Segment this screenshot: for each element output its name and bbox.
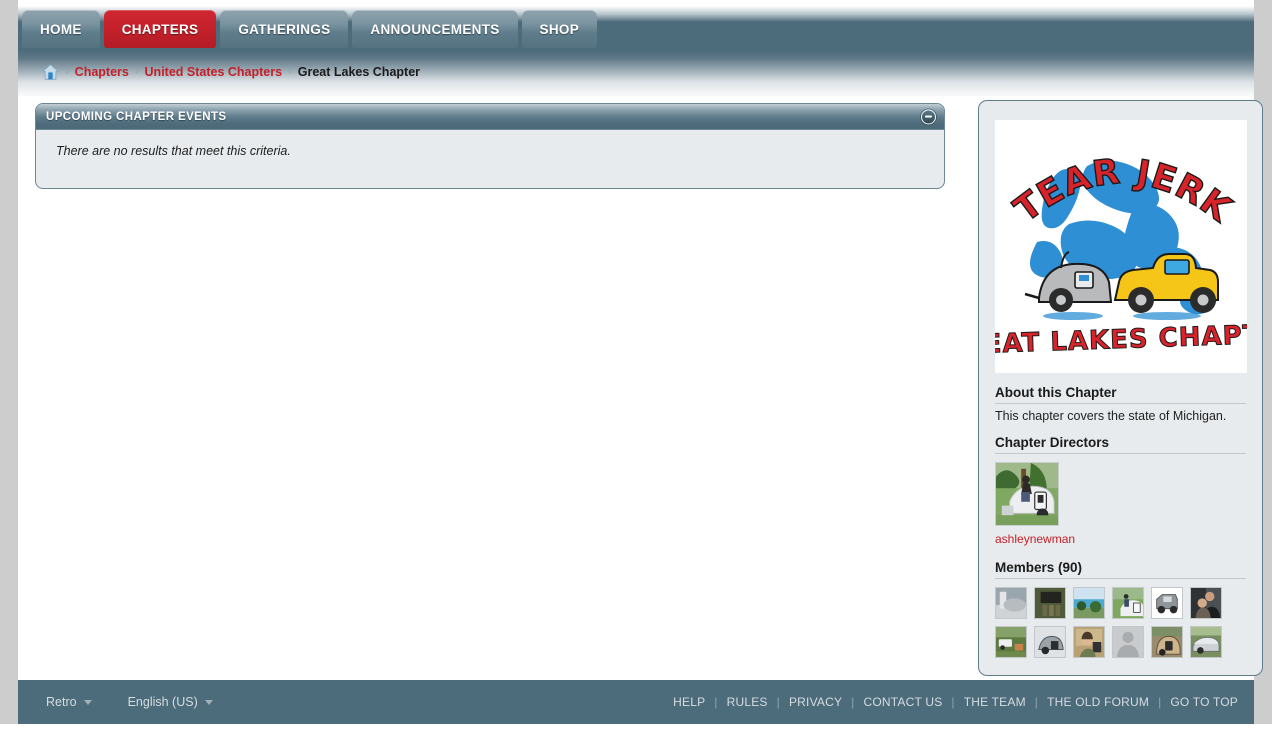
directors-heading: Chapter Directors	[995, 435, 1246, 454]
member-avatar[interactable]	[1112, 587, 1144, 619]
nav-tab-home[interactable]: HOME	[22, 10, 100, 48]
footer-link-contact-us[interactable]: CONTACT US	[864, 695, 943, 709]
member-avatar[interactable]	[995, 587, 1027, 619]
chevron-down-icon	[83, 699, 92, 705]
panel-header: UPCOMING CHAPTER EVENTS	[36, 104, 944, 130]
breadcrumb-item-great-lakes-chapter: Great Lakes Chapter	[297, 65, 421, 79]
footer-link-separator: |	[776, 695, 780, 709]
members-grid	[995, 587, 1246, 658]
footer-link-the-old-forum[interactable]: THE OLD FORUM	[1047, 695, 1149, 709]
about-text: This chapter covers the state of Michiga…	[995, 409, 1227, 423]
footer-links: HELP | RULES | PRIVACY | CONTACT US | THE TEAM | T…	[673, 695, 1238, 709]
language-chooser[interactable]: English (US)	[128, 695, 213, 709]
site-footer: Retro English (US) HELP | RULES | PRIVACY | CO…	[18, 680, 1254, 724]
breadcrumb-separator: ›	[288, 65, 292, 78]
footer-link-the-team[interactable]: THE TEAM	[964, 695, 1026, 709]
bottom-strip	[0, 724, 1272, 732]
panel-title: UPCOMING CHAPTER EVENTS	[46, 110, 227, 123]
breadcrumb-item-chapters[interactable]: Chapters	[75, 65, 129, 79]
main-navigation: HOME CHAPTERS GATHERINGS ANNOUNCEMENTS SHOP	[22, 10, 598, 48]
nav-tab-chapters[interactable]: CHAPTERS	[103, 10, 217, 48]
member-avatar[interactable]	[1073, 626, 1105, 658]
director-avatar[interactable]	[995, 462, 1059, 526]
panel-body: There are no results that meet this crit…	[36, 130, 944, 188]
breadcrumb-items: › Chapters › United States Chapters › Great L…	[65, 65, 420, 79]
breadcrumb-separator: ›	[134, 65, 139, 78]
members-heading: Members (90)	[995, 560, 1246, 579]
breadcrumb: › Chapters › United States Chapters › Great L…	[42, 62, 420, 82]
empty-state-message: There are no results that meet this crit…	[56, 144, 291, 158]
footer-link-separator: |	[1158, 695, 1162, 709]
main-column: UPCOMING CHAPTER EVENTS There are no res…	[35, 103, 945, 189]
footer-link-privacy[interactable]: PRIVACY	[789, 695, 842, 709]
member-avatar[interactable]	[1112, 626, 1144, 658]
style-chooser[interactable]: Retro	[46, 695, 92, 709]
footer-link-help[interactable]: HELP	[673, 695, 705, 709]
content-area: UPCOMING CHAPTER EVENTS There are no res…	[18, 96, 1263, 680]
member-avatar[interactable]	[1034, 587, 1066, 619]
breadcrumb-item-united-states-chapters[interactable]: United States Chapters	[145, 65, 283, 79]
director-entry: ashleynewman	[995, 462, 1246, 548]
page-root: HOME CHAPTERS GATHERINGS ANNOUNCEMENTS SHOP …	[0, 0, 1272, 732]
language-chooser-label: English (US)	[127, 695, 198, 709]
member-avatar[interactable]	[1190, 626, 1222, 658]
member-avatar[interactable]	[1190, 587, 1222, 619]
nav-tab-announcements[interactable]: ANNOUNCEMENTS	[352, 10, 518, 48]
chevron-down-icon	[204, 699, 213, 705]
footer-link-separator: |	[951, 695, 955, 709]
footer-link-separator: |	[1034, 695, 1039, 709]
minus-circle-icon[interactable]	[921, 109, 936, 124]
footer-link-separator: |	[851, 695, 855, 709]
member-avatar[interactable]	[1151, 626, 1183, 658]
member-avatar[interactable]	[1073, 587, 1105, 619]
home-icon[interactable]	[42, 64, 59, 80]
director-name-link[interactable]: ashleynewman	[995, 532, 1075, 546]
footer-link-rules[interactable]: RULES	[727, 695, 768, 709]
nav-tab-gatherings[interactable]: GATHERINGS	[220, 10, 349, 48]
nav-tab-shop[interactable]: SHOP	[521, 10, 598, 48]
sidebar-column: TEAR JERKERS	[978, 100, 1263, 676]
chapter-info-panel: TEAR JERKERS	[978, 100, 1263, 676]
member-avatar[interactable]	[995, 626, 1027, 658]
footer-link-separator: |	[714, 695, 718, 709]
footer-selectors: Retro English (US)	[46, 695, 213, 709]
breadcrumb-separator: ›	[65, 65, 69, 78]
style-chooser-label: Retro	[46, 695, 77, 709]
footer-link-go-to-top[interactable]: GO TO TOP	[1170, 695, 1238, 709]
page-column: HOME CHAPTERS GATHERINGS ANNOUNCEMENTS SHOP …	[18, 0, 1263, 732]
about-heading: About this Chapter	[995, 385, 1246, 404]
member-avatar[interactable]	[1034, 626, 1066, 658]
upcoming-events-panel: UPCOMING CHAPTER EVENTS There are no res…	[35, 103, 945, 189]
member-avatar[interactable]	[1151, 587, 1183, 619]
chapter-logo-image: TEAR JERKERS	[995, 120, 1247, 373]
